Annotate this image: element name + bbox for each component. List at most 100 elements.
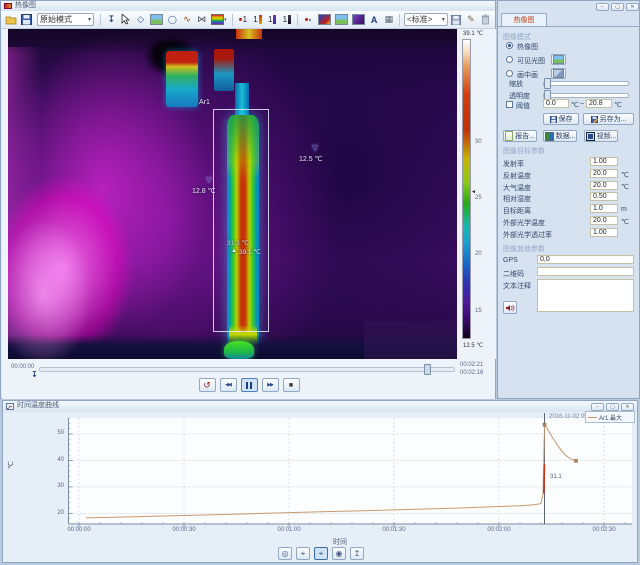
roi-rectangle[interactable] (213, 109, 269, 332)
hot-spot-marker-button[interactable]: 1 (236, 13, 249, 27)
replay-button[interactable]: ↺ (198, 378, 216, 392)
dock-close-button[interactable]: ✕ (626, 3, 639, 11)
left-marker-icon[interactable]: ▽ (206, 175, 212, 184)
qr-input[interactable] (537, 267, 634, 276)
param-input[interactable] (590, 204, 618, 213)
threshold-checkbox[interactable] (506, 101, 513, 108)
delete-preset-button[interactable] (479, 13, 492, 27)
dock-maximize-button[interactable]: ▢ (611, 3, 624, 11)
marker-2-button[interactable]: 1 (266, 13, 279, 27)
cursor-track-button[interactable]: ⌖ (314, 547, 328, 560)
radio-visible-label[interactable]: 可见光图 (517, 56, 545, 66)
param-input[interactable] (590, 169, 618, 178)
marker-1-button[interactable]: 1 (251, 13, 264, 27)
data-button[interactable]: 数据... (543, 130, 577, 142)
thermal-window-title: 热像图 (15, 2, 36, 9)
param-input[interactable] (590, 181, 618, 190)
save-floppy-icon (549, 115, 557, 123)
tab-thermal[interactable]: 热像图 (501, 13, 547, 27)
param-input[interactable] (590, 228, 618, 237)
radio-thermal-label[interactable]: 热像图 (517, 42, 538, 52)
colorbar-gradient[interactable] (462, 39, 471, 339)
marker-up-button[interactable]: ↥ (350, 547, 364, 560)
report-button[interactable]: 报告... (503, 130, 537, 142)
chart-maximize-button[interactable]: ▢ (606, 403, 619, 411)
video-button[interactable]: 视频... (584, 130, 618, 142)
open-file-button[interactable] (4, 13, 18, 27)
timeline-track[interactable] (39, 367, 455, 372)
zoom-slider-knob[interactable] (544, 78, 551, 89)
radio-pip[interactable] (506, 70, 513, 77)
clamp-left-blob (166, 51, 198, 107)
palette-preview-2-button[interactable] (334, 13, 349, 27)
note-textarea[interactable] (537, 279, 634, 312)
rect-roi-tool-button[interactable] (149, 13, 164, 27)
chart-close-button[interactable]: ✕ (621, 403, 634, 411)
pause-icon (250, 381, 252, 389)
save-as-button-label: 另存为... (599, 116, 627, 123)
zoom-slider[interactable] (543, 78, 629, 89)
visible-image-pick-button[interactable] (551, 54, 566, 65)
line-profile-tool-button[interactable]: ⋈ (195, 13, 208, 27)
fast-forward-button[interactable]: ▶▶ (261, 378, 279, 392)
right-marker-icon[interactable]: ▽ (312, 143, 318, 152)
anchor-tool-button[interactable]: ↧ (105, 13, 118, 27)
marker-3-button[interactable]: 1 (281, 13, 294, 27)
colorbar-pointer-icon[interactable]: ◄ (471, 189, 476, 195)
save-as-button[interactable]: 另存为... (583, 113, 634, 125)
param-label: 目标距离 (503, 208, 531, 215)
y-tick-label: 30 (57, 483, 64, 490)
target-group-title: 图像目标参数 (503, 148, 545, 155)
chart-minimize-button[interactable]: − (591, 403, 604, 411)
chart-titlebar: 时间温度曲线 (3, 401, 637, 412)
threshold-max-input[interactable] (586, 99, 612, 108)
timeline-thumb[interactable] (424, 364, 431, 375)
opacity-slider[interactable] (543, 90, 629, 101)
save-preset-button[interactable] (450, 13, 463, 27)
video-button-label: 视频... (596, 133, 617, 140)
display-mode-select[interactable]: 原始模式 ▾ (37, 13, 95, 26)
rewind-icon: ◀◀ (225, 382, 232, 388)
radio-visible[interactable] (506, 56, 513, 63)
param-input[interactable] (590, 157, 618, 166)
polyline-tool-button[interactable]: ∿ (181, 13, 194, 27)
video-film-icon (585, 131, 595, 141)
thermal-image[interactable]: Ar1 ▽ 12.8 ℃ ▽ 12.5 ℃ 31.3 ℃ ▲ 39.1 ℃ (8, 29, 457, 359)
histogram-button[interactable]: ▦ (382, 13, 395, 27)
gps-input[interactable] (537, 255, 634, 264)
colorbar-min-label: 12.5 ℃ (463, 343, 484, 349)
show-points-button[interactable]: ◉ (332, 547, 346, 560)
center-marker-icon[interactable]: ▲ (231, 248, 237, 254)
cursor-tool-button[interactable] (120, 13, 133, 27)
palette-preview-3-button[interactable] (351, 13, 366, 27)
dock-minimize-button[interactable]: − (596, 3, 609, 11)
threshold-range-sep: ~ (580, 101, 585, 108)
replay-icon: ↺ (203, 379, 211, 390)
ellipse-roi-tool-button[interactable]: ◯ (166, 13, 179, 27)
spot-tool-button[interactable]: ◇ (134, 13, 147, 27)
stop-button[interactable]: ■ (282, 378, 300, 392)
audio-note-button[interactable] (503, 301, 517, 314)
param-input[interactable] (590, 216, 618, 225)
radio-thermal[interactable] (506, 42, 513, 49)
text-annotation-button[interactable]: A (368, 13, 381, 27)
thermal-window: 热像图 原始模式 ▾ ↧ ◇ ◯ ∿ ⋈ ▾ 1 1 1 1 A ▦ <标准> … (0, 0, 496, 399)
save-file-button[interactable] (20, 13, 33, 27)
show-curve-button[interactable]: ◎ (278, 547, 292, 560)
rewind-button[interactable]: ◀◀ (219, 378, 237, 392)
chart-plot[interactable] (67, 413, 635, 527)
palette-tool-button[interactable]: ▾ (210, 13, 228, 27)
save-button[interactable]: 保存 (543, 113, 579, 125)
param-input[interactable] (590, 192, 618, 201)
pause-button[interactable] (240, 378, 258, 392)
threshold-min-input[interactable] (543, 99, 569, 108)
fusion-preset-select[interactable]: <标准> ▾ (404, 13, 448, 26)
pip-pick-button[interactable] (551, 68, 566, 79)
side-panel: − ▢ ✕ 热像图 图像模式 热像图 可见光图 画中画 缩放 透明度 阈值 ℃ … (497, 0, 640, 399)
visible-image-icon (553, 55, 564, 64)
palette-preview-1-button[interactable] (317, 13, 332, 27)
edit-preset-button[interactable]: ✎ (465, 13, 478, 27)
dot-tool-button[interactable] (302, 13, 315, 27)
clamp-right-blob (214, 49, 234, 91)
cursor-marker-button[interactable]: ⌖ (296, 547, 310, 560)
